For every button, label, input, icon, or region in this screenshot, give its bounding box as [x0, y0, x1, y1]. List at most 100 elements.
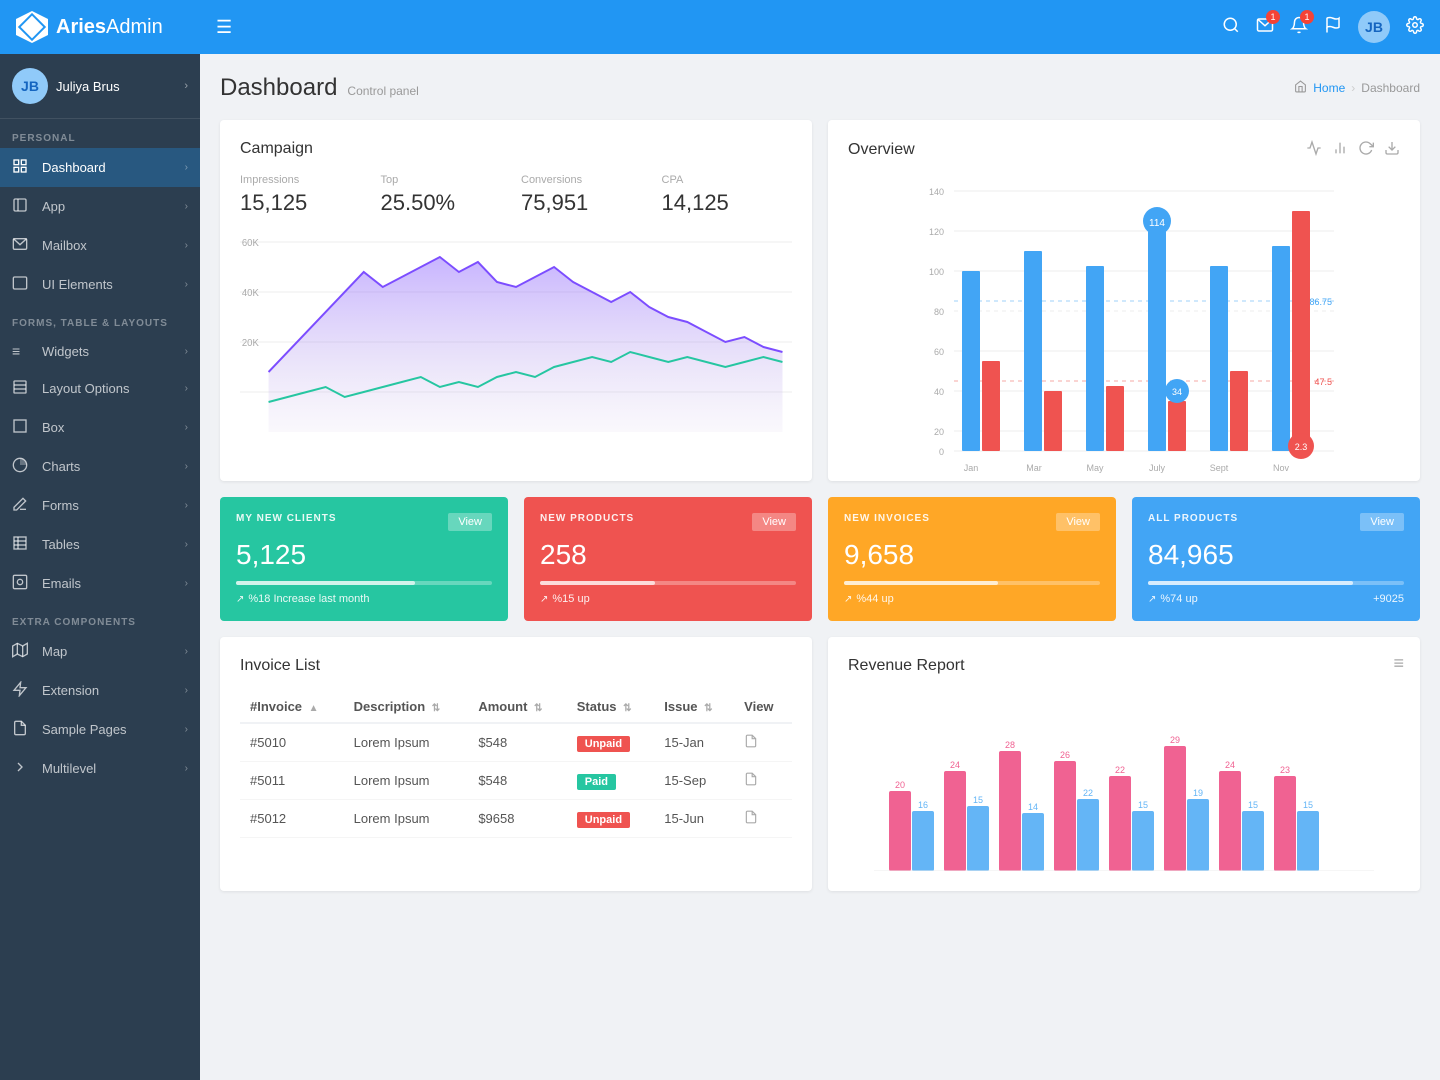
settings-button[interactable]	[1406, 16, 1424, 39]
sidebar-item-map[interactable]: Map ›	[0, 632, 200, 671]
sidebar-item-arrow-app: ›	[185, 201, 188, 212]
refresh-icon[interactable]	[1358, 140, 1374, 159]
sidebar-user-profile[interactable]: JB Juliya Brus ›	[0, 54, 200, 119]
stat-card-new-invoices: NEW INVOICES View 9,658 ↗ %44 up	[828, 497, 1116, 621]
breadcrumb: Home › Dashboard	[1294, 80, 1420, 96]
sort-icon-status[interactable]: ⇅	[623, 703, 631, 714]
page-title: Dashboard	[220, 74, 337, 102]
sidebar-item-arrow-multilevel: ›	[185, 763, 188, 774]
cell-view-2[interactable]	[734, 800, 792, 838]
email-button[interactable]: 1	[1256, 16, 1274, 39]
search-button[interactable]	[1222, 16, 1240, 39]
email-badge: 1	[1266, 10, 1280, 24]
stat-card-footer-invoices: ↗ %44 up	[844, 593, 1100, 605]
app-logo[interactable]: AriesAdmin	[16, 11, 216, 43]
revenue-menu-icon[interactable]: ≡	[1393, 653, 1404, 674]
stat-card-number-products: 258	[540, 539, 796, 571]
stat-card-label-all-products: ALL PRODUCTS	[1148, 513, 1238, 524]
sidebar-item-arrow-ui-elements: ›	[185, 279, 188, 290]
sort-icon-amount[interactable]: ⇅	[534, 703, 542, 714]
overview-chart: 140 120 100 80 60 40 20 0	[848, 171, 1400, 461]
download-icon[interactable]	[1384, 140, 1400, 159]
sidebar-item-widgets[interactable]: ≡ Widgets ›	[0, 333, 200, 369]
sort-icon-description[interactable]: ⇅	[432, 703, 440, 714]
svg-text:47.5: 47.5	[1314, 377, 1332, 387]
hamburger-menu-button[interactable]: ☰	[216, 17, 232, 38]
user-avatar[interactable]: JB	[1358, 11, 1390, 43]
sidebar-section-extra: EXTRA COMPONENTS	[0, 603, 200, 632]
sidebar-item-box[interactable]: Box ›	[0, 408, 200, 447]
sidebar-item-mailbox[interactable]: Mailbox ›	[0, 226, 200, 265]
ui-elements-icon	[12, 275, 34, 294]
stat-card-bar-fill-products	[540, 581, 655, 585]
line-chart-icon[interactable]	[1306, 140, 1322, 159]
stat-card-trend-clients: ↗ %18 Increase last month	[236, 593, 369, 605]
campaign-chart: 60K 40K 20K	[240, 232, 792, 432]
notifications-badge: 1	[1300, 10, 1314, 24]
sidebar-item-forms[interactable]: Forms ›	[0, 486, 200, 525]
stat-card-view-invoices-button[interactable]: View	[1056, 513, 1100, 531]
svg-text:86.75: 86.75	[1309, 297, 1332, 307]
stat-card-bar-fill-clients	[236, 581, 415, 585]
sidebar-item-label-tables: Tables	[42, 537, 185, 552]
notifications-button[interactable]: 1	[1290, 16, 1308, 39]
svg-text:Jan: Jan	[964, 463, 979, 473]
invoice-table-header: #Invoice ▲ Description ⇅ Amount ⇅	[240, 691, 792, 723]
emails-icon	[12, 574, 34, 593]
sidebar-item-label-mailbox: Mailbox	[42, 238, 185, 253]
sidebar-item-label-dashboard: Dashboard	[42, 160, 185, 175]
revenue-report-card: Revenue Report ≡ 20 16 24 15	[828, 637, 1420, 891]
page-subtitle: Control panel	[347, 84, 418, 98]
sidebar-item-extension[interactable]: Extension ›	[0, 671, 200, 710]
sidebar-item-charts[interactable]: Charts ›	[0, 447, 200, 486]
stat-card-header-products: NEW PRODUCTS View	[540, 513, 796, 531]
svg-text:40K: 40K	[242, 288, 259, 299]
dashboard-icon	[12, 158, 34, 177]
svg-text:20: 20	[934, 427, 944, 437]
bottom-row: Invoice List #Invoice ▲ Description ⇅	[220, 637, 1420, 891]
sidebar-item-tables[interactable]: Tables ›	[0, 525, 200, 564]
cell-view-0[interactable]	[734, 723, 792, 762]
main-layout: JB Juliya Brus › PERSONAL Dashboard › Ap…	[0, 54, 1440, 1080]
app-name-part2: Admin	[106, 16, 163, 39]
overview-card: Overview	[828, 120, 1420, 481]
sidebar-item-dashboard[interactable]: Dashboard ›	[0, 148, 200, 187]
stat-card-new-clients: MY NEW CLIENTS View 5,125 ↗ %18 Increase…	[220, 497, 508, 621]
svg-text:114: 114	[1149, 218, 1165, 229]
sidebar-item-app[interactable]: App ›	[0, 187, 200, 226]
cell-view-1[interactable]	[734, 762, 792, 800]
stat-card-view-all-products-button[interactable]: View	[1360, 513, 1404, 531]
breadcrumb-separator: ›	[1351, 81, 1355, 95]
sort-icon-issue[interactable]: ⇅	[704, 703, 712, 714]
breadcrumb-home-link[interactable]: Home	[1313, 81, 1345, 95]
sidebar-item-layout-options[interactable]: Layout Options ›	[0, 369, 200, 408]
stat-value-top: 25.50%	[381, 190, 512, 216]
cell-issue-0: 15-Jan	[654, 723, 734, 762]
bar-chart-icon[interactable]	[1332, 140, 1348, 159]
svg-text:29: 29	[1170, 735, 1180, 745]
sidebar-item-emails[interactable]: Emails ›	[0, 564, 200, 603]
sidebar-item-label-emails: Emails	[42, 576, 185, 591]
sidebar-item-label-extension: Extension	[42, 683, 185, 698]
cell-status-0: Unpaid	[567, 723, 654, 762]
stat-card-view-products-button[interactable]: View	[752, 513, 796, 531]
sidebar-item-multilevel[interactable]: Multilevel ›	[0, 749, 200, 788]
sidebar-item-label-app: App	[42, 199, 185, 214]
sidebar-item-ui-elements[interactable]: UI Elements ›	[0, 265, 200, 304]
sidebar: JB Juliya Brus › PERSONAL Dashboard › Ap…	[0, 54, 200, 1080]
svg-text:15: 15	[1303, 800, 1313, 810]
stat-card-view-clients-button[interactable]: View	[448, 513, 492, 531]
invoice-table-body: #5010 Lorem Ipsum $548 Unpaid 15-Jan	[240, 723, 792, 838]
sort-icon-invoice[interactable]: ▲	[309, 703, 319, 714]
col-status: Status ⇅	[567, 691, 654, 723]
stat-card-label-invoices: NEW INVOICES	[844, 513, 930, 524]
sidebar-item-arrow-extension: ›	[185, 685, 188, 696]
sidebar-item-sample-pages[interactable]: Sample Pages ›	[0, 710, 200, 749]
flag-button[interactable]	[1324, 16, 1342, 39]
svg-text:40: 40	[934, 387, 944, 397]
stat-card-trend-invoices: ↗ %44 up	[844, 593, 894, 605]
trend-up-icon-invoices: ↗	[844, 594, 852, 605]
stat-label-impressions: Impressions	[240, 174, 371, 186]
svg-text:2.3: 2.3	[1295, 442, 1308, 452]
invoice-list-card: Invoice List #Invoice ▲ Description ⇅	[220, 637, 812, 891]
